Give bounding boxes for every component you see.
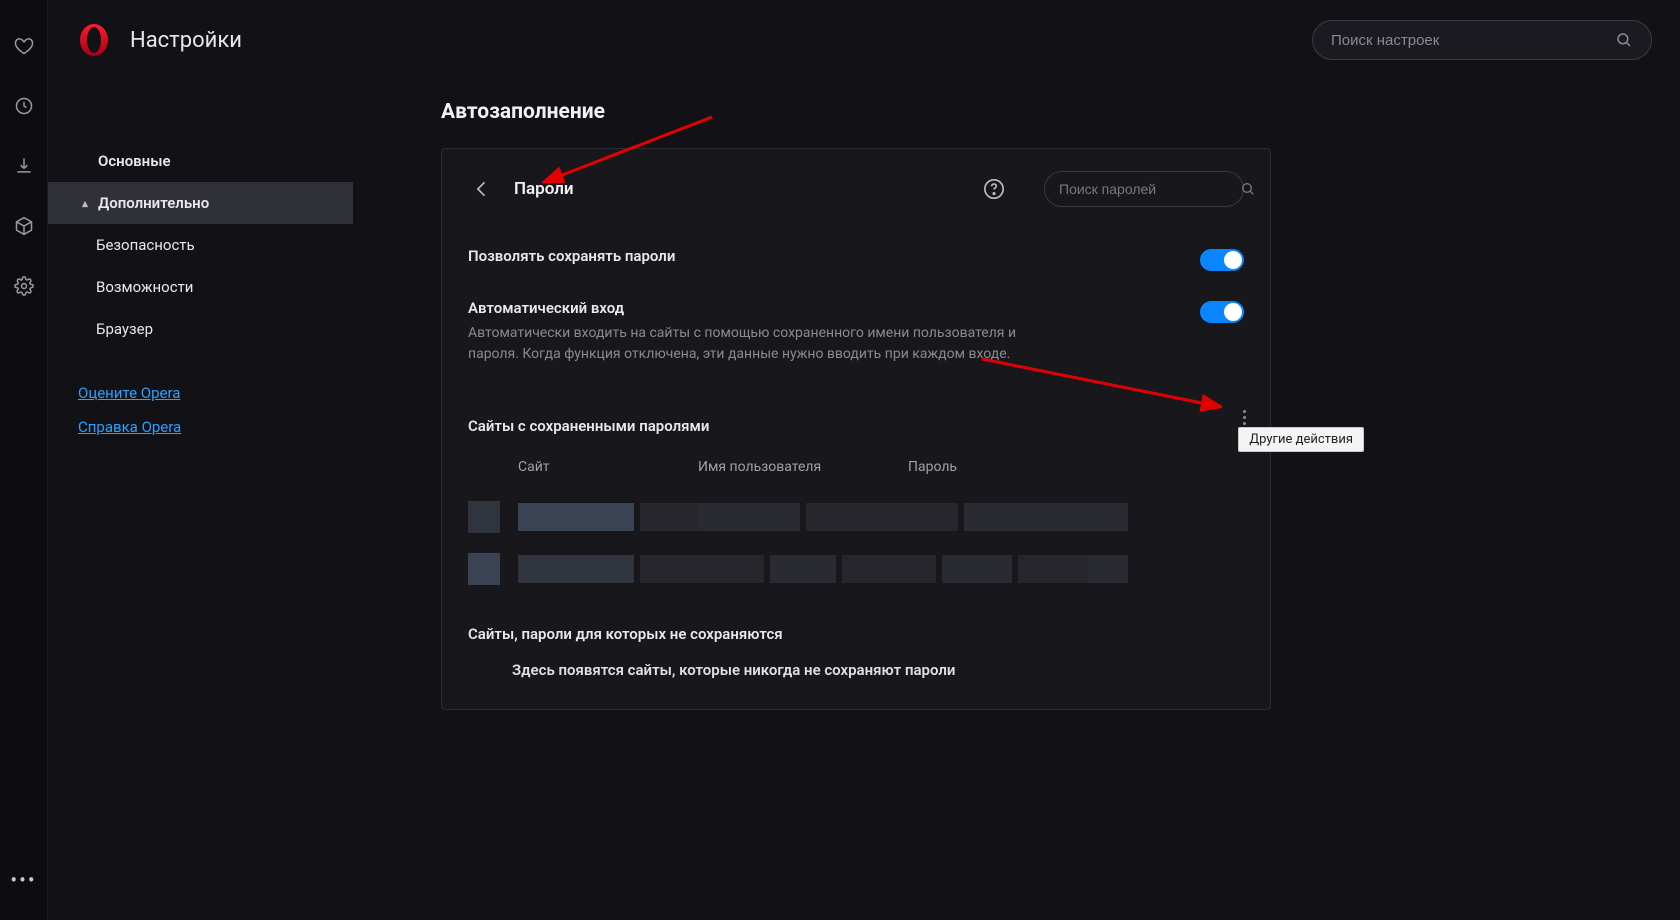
- help-icon[interactable]: [980, 175, 1008, 203]
- search-icon: [1240, 181, 1256, 197]
- rate-opera-link[interactable]: Оцените Opera: [78, 384, 353, 402]
- topbar: Настройки: [48, 0, 1680, 80]
- more-actions-button[interactable]: [1234, 405, 1254, 429]
- sidebar-item-label: Безопасность: [96, 236, 195, 254]
- section-heading: Автозаполнение: [441, 100, 1640, 124]
- toggle-offer-save[interactable]: [1200, 249, 1244, 271]
- col-site: Сайт: [518, 459, 698, 475]
- panel-title: Пароли: [514, 179, 962, 199]
- settings-sidebar: Основные ▴ Дополнительно Безопасность Во…: [48, 80, 353, 920]
- setting-auto-signin: Автоматический вход Автоматически входит…: [468, 293, 1244, 387]
- content: Автозаполнение Пароли: [353, 80, 1680, 920]
- table-header: Сайт Имя пользователя Пароль: [468, 453, 1244, 491]
- passwords-table: Сайт Имя пользователя Пароль: [468, 453, 1244, 595]
- setting-label: Позволять сохранять пароли: [468, 247, 1200, 265]
- app: Настройки Основные ▴ Дополнительно Безоп…: [48, 0, 1680, 920]
- sidebar-item-basic[interactable]: Основные: [48, 140, 353, 182]
- table-row[interactable]: [468, 543, 1244, 595]
- page-title: Настройки: [130, 28, 242, 53]
- search-icon: [1615, 31, 1633, 49]
- never-save-empty: Здесь появятся сайты, которые никогда не…: [468, 661, 1244, 679]
- sidebar-item-label: Возможности: [96, 278, 193, 296]
- history-icon[interactable]: [14, 96, 34, 116]
- col-user: Имя пользователя: [698, 459, 908, 475]
- settings-search[interactable]: [1312, 20, 1652, 60]
- sidebar-item-advanced[interactable]: ▴ Дополнительно: [48, 182, 353, 224]
- never-save-heading: Сайты, пароли для которых не сохраняются: [468, 625, 1244, 643]
- left-rail: •••: [0, 0, 48, 920]
- setting-label: Автоматический вход: [468, 299, 1200, 317]
- col-password: Пароль: [908, 459, 1088, 475]
- sidebar-item-features[interactable]: Возможности: [48, 266, 353, 308]
- chevron-up-icon: ▴: [78, 197, 92, 210]
- setting-offer-save-passwords: Позволять сохранять пароли: [468, 241, 1244, 293]
- sidebar-item-label: Основные: [98, 152, 171, 170]
- table-row[interactable]: [468, 491, 1244, 543]
- download-icon[interactable]: [14, 156, 34, 176]
- gear-icon[interactable]: [14, 276, 34, 296]
- toggle-auto-signin[interactable]: [1200, 301, 1244, 323]
- more-actions-tooltip: Другие действия: [1238, 427, 1364, 452]
- passwords-search-input[interactable]: [1059, 181, 1240, 197]
- cube-icon[interactable]: [14, 216, 34, 236]
- passwords-search[interactable]: [1044, 171, 1244, 207]
- sidebar-item-label: Дополнительно: [98, 194, 209, 212]
- more-icon[interactable]: •••: [10, 868, 36, 892]
- setting-description: Автоматически входить на сайты с помощью…: [468, 323, 1068, 365]
- sidebar-item-security[interactable]: Безопасность: [48, 224, 353, 266]
- passwords-panel: Пароли Позволять сохранять пароли: [441, 148, 1271, 710]
- back-button[interactable]: [468, 175, 496, 203]
- heart-icon[interactable]: [14, 36, 34, 56]
- saved-passwords-heading: Сайты с сохраненными паролями: [468, 417, 1244, 435]
- sidebar-item-label: Браузер: [96, 320, 153, 338]
- settings-search-input[interactable]: [1331, 32, 1615, 49]
- sidebar-item-browser[interactable]: Браузер: [48, 308, 353, 350]
- opera-logo-icon: [76, 22, 112, 58]
- opera-help-link[interactable]: Справка Opera: [78, 418, 353, 436]
